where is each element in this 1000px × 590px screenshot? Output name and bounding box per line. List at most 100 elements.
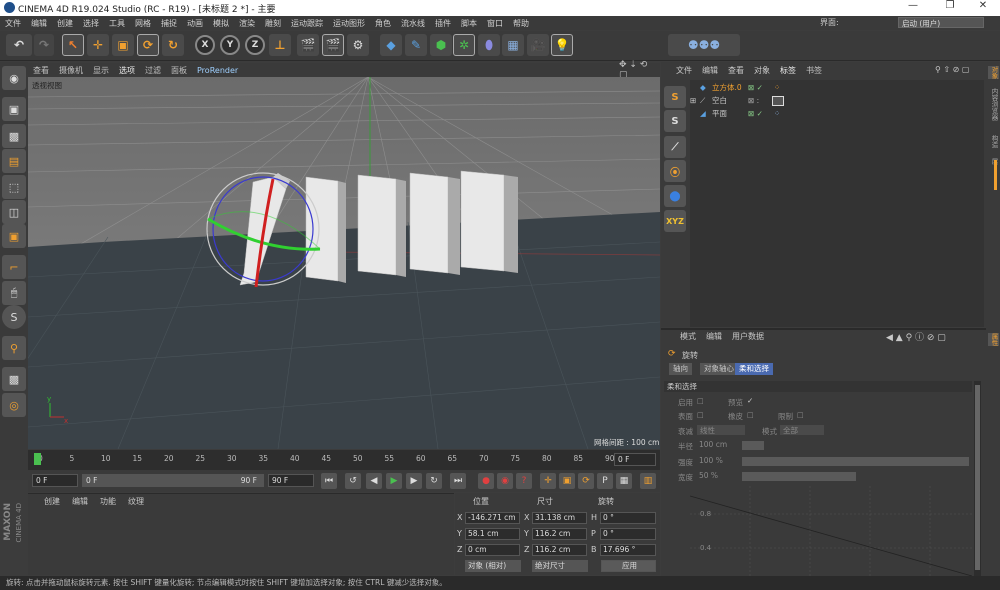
object-search-icon[interactable]: ⚲ ⇧ ⊘ ▢	[935, 65, 969, 74]
pos-z-field[interactable]: 0 cm	[465, 544, 520, 556]
make-editable-icon[interactable]: ◉	[2, 66, 26, 90]
snap-settings-icon[interactable]: S	[664, 86, 686, 108]
menu-item-16[interactable]: 脚本	[461, 18, 477, 29]
rubber-checkbox[interactable]: ☐	[747, 411, 754, 420]
key-pla-icon[interactable]: ▦	[616, 473, 632, 489]
current-frame-field[interactable]: 0 F	[614, 453, 656, 466]
rot-p-field[interactable]: 0 °	[600, 528, 656, 540]
snap-icon[interactable]: S	[2, 305, 26, 329]
locked-workplane-icon[interactable]: ◎	[2, 393, 26, 417]
restrict-checkbox[interactable]: ☐	[797, 411, 804, 420]
menu-item-17[interactable]: 窗口	[487, 18, 503, 29]
menu-item-6[interactable]: 捕捉	[161, 18, 177, 29]
strength-slider[interactable]	[742, 457, 969, 466]
texture-mode-icon[interactable]: ▩	[2, 124, 26, 148]
width-slider[interactable]	[742, 472, 856, 481]
object-null-visibility-icon[interactable]: ⊠ :	[748, 95, 759, 107]
vp-menu-camera[interactable]: 摄像机	[59, 65, 83, 76]
key-parameter-icon[interactable]: P	[597, 473, 613, 489]
mat-menu-texture[interactable]: 纹理	[128, 496, 144, 507]
key-rotation-icon[interactable]: ⟳	[578, 473, 594, 489]
menu-item-0[interactable]: 文件	[5, 18, 21, 29]
pos-y-field[interactable]: 58.1 cm	[465, 528, 520, 540]
object-name-cube[interactable]: 立方体.0	[712, 82, 742, 94]
attr-nav-icon[interactable]: ◀ ▲ ⚲ ⓘ ⊘ ▢	[886, 330, 946, 343]
menu-item-3[interactable]: 选择	[83, 18, 99, 29]
vp-menu-filter[interactable]: 过滤	[145, 65, 161, 76]
menu-item-1[interactable]: 编辑	[31, 18, 47, 29]
falloff-graph[interactable]: 0.8 0.4	[689, 486, 973, 577]
mat-menu-function[interactable]: 功能	[100, 496, 116, 507]
deformer-icon[interactable]: ⬮	[478, 34, 500, 56]
menu-item-8[interactable]: 模拟	[213, 18, 229, 29]
vp-menu-panel[interactable]: 面板	[171, 65, 187, 76]
minimize-button[interactable]: —	[898, 0, 928, 11]
menu-item-10[interactable]: 雕刻	[265, 18, 281, 29]
menu-item-4[interactable]: 工具	[109, 18, 125, 29]
vp-menu-prorender[interactable]: ProRender	[197, 66, 238, 75]
go-to-start-icon[interactable]: ⏮	[321, 473, 337, 489]
width-field[interactable]: 50 %	[697, 471, 737, 481]
redo-icon[interactable]: ↷	[34, 34, 54, 56]
radius-field[interactable]: 100 cm	[697, 440, 737, 450]
menu-item-18[interactable]: 帮助	[513, 18, 529, 29]
preview-checkbox[interactable]: ✓	[747, 396, 753, 405]
expand-icon[interactable]: ⊞	[690, 95, 696, 107]
tweak-mode-icon[interactable]: 🖱	[2, 281, 26, 305]
object-row-cube[interactable]: ◆ 立方体.0 ⊠ ✓ ⁘	[690, 82, 984, 94]
size-mode-select[interactable]: 绝对尺寸	[532, 560, 588, 572]
close-button[interactable]: ✕	[968, 0, 998, 11]
obj-menu-bookmarks[interactable]: 书签	[806, 65, 822, 76]
model-mode-icon[interactable]: ▣	[2, 97, 26, 121]
playhead[interactable]	[34, 453, 41, 465]
move-icon[interactable]: ✛	[87, 34, 109, 56]
frame-range-slider[interactable]: 0 F 90 F	[82, 474, 264, 487]
attr-menu-edit[interactable]: 编辑	[706, 331, 722, 342]
point-snap-icon[interactable]: ⦿	[664, 160, 686, 182]
edges-mode-icon[interactable]: ◫	[2, 200, 26, 224]
mode-select[interactable]: 全部	[780, 425, 824, 435]
size-y-field[interactable]: 116.2 cm	[532, 528, 587, 540]
obj-menu-edit[interactable]: 编辑	[702, 65, 718, 76]
object-cube-tag-icon[interactable]: ⁘	[774, 82, 780, 94]
obj-menu-objects[interactable]: 对象	[754, 65, 770, 76]
attr-menu-mode[interactable]: 模式	[680, 331, 696, 342]
vp-menu-options[interactable]: 选项	[119, 65, 135, 76]
floor-icon[interactable]: ▦	[502, 34, 524, 56]
previous-key-icon[interactable]: ↺	[345, 473, 361, 489]
undo-icon[interactable]: ↶	[6, 34, 32, 56]
enable-checkbox[interactable]: ☐	[697, 397, 704, 406]
mat-menu-edit[interactable]: 编辑	[72, 496, 88, 507]
menu-item-12[interactable]: 运动图形	[333, 18, 365, 29]
subdivision-surface-icon[interactable]: ⬢	[430, 34, 452, 56]
workplane-lock-icon[interactable]: ▩	[2, 367, 26, 391]
keyframe-selection-icon[interactable]: ?	[516, 473, 532, 489]
next-frame-icon[interactable]: ▶	[406, 473, 422, 489]
maximize-button[interactable]: ❐	[935, 0, 965, 11]
light-icon[interactable]: 💡	[551, 34, 573, 56]
object-row-null[interactable]: ⊞ ⟋ 空白 ⊠ :	[690, 95, 984, 107]
pen-spline-icon[interactable]: ✎	[405, 34, 427, 56]
timeline-ruler[interactable]: 051015202530354045505560657075808590	[28, 452, 615, 468]
tab-objects[interactable]: 对象	[988, 66, 999, 79]
attr-scrollbar[interactable]	[974, 381, 981, 576]
rotate-icon[interactable]: ⟳	[137, 34, 159, 56]
z-axis-icon[interactable]: Z	[245, 35, 265, 55]
layout-switcher-icon[interactable]: ⚉⚉⚉	[668, 34, 740, 56]
tab-attributes[interactable]: 属性	[988, 333, 999, 346]
autokey-icon[interactable]: ◉	[497, 473, 513, 489]
vp-menu-display[interactable]: 显示	[93, 65, 109, 76]
layout-select[interactable]: 启动 (用户)	[898, 17, 984, 28]
snap-toggle-icon[interactable]: S	[664, 110, 686, 132]
menu-item-15[interactable]: 插件	[435, 18, 451, 29]
size-z-field[interactable]: 116.2 cm	[532, 544, 587, 556]
coord-mode-select[interactable]: 对象 (相对)	[465, 560, 521, 572]
rot-h-field[interactable]: 0 °	[600, 512, 656, 524]
dynamics-icon[interactable]: ⬤	[664, 185, 686, 207]
object-plane-tag-icon[interactable]: ⁘	[774, 108, 780, 120]
menu-item-2[interactable]: 创建	[57, 18, 73, 29]
end-frame-field[interactable]: 90 F	[268, 474, 314, 487]
key-position-icon[interactable]: ✛	[540, 473, 556, 489]
recent-tool-icon[interactable]: ↻	[162, 34, 184, 56]
menu-item-11[interactable]: 运动跟踪	[291, 18, 323, 29]
